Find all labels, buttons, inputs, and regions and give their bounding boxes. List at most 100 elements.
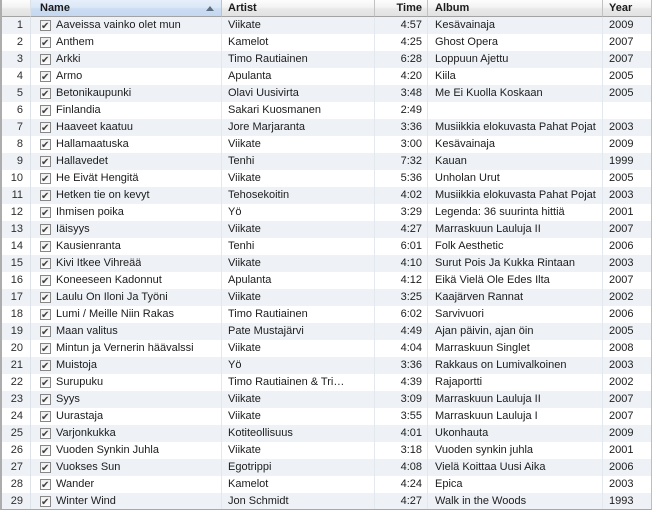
song-checkbox-checked[interactable] bbox=[40, 52, 51, 68]
song-checkbox-checked[interactable] bbox=[40, 477, 51, 493]
table-row[interactable]: 15 Kivi Itkee Vihreää Viikate4:10Surut Poi… bbox=[2, 255, 651, 272]
song-artist: Sakari Kuosmanen bbox=[222, 102, 375, 119]
song-checkbox-checked[interactable] bbox=[40, 307, 51, 323]
song-year: 2009 bbox=[609, 427, 634, 439]
column-header-artist[interactable]: Artist bbox=[222, 0, 375, 17]
song-time: 4:49 bbox=[375, 323, 428, 340]
song-album: Vuoden synkin juhla bbox=[428, 442, 603, 459]
table-row[interactable]: 4 Armo Apulanta4:20Kiila 2005 bbox=[2, 68, 651, 85]
song-checkbox-checked[interactable] bbox=[40, 69, 51, 85]
song-name-cell: Anthem bbox=[31, 34, 222, 51]
table-row[interactable]: 12 Ihmisen poika Yö3:29Legenda: 36 suurint… bbox=[2, 204, 651, 221]
song-artist: Yö bbox=[222, 357, 375, 374]
song-title: Wander bbox=[56, 478, 95, 490]
song-checkbox-checked[interactable] bbox=[40, 256, 51, 272]
song-checkbox-checked[interactable] bbox=[40, 18, 51, 34]
song-name-cell: Laulu On Iloni Ja Työni bbox=[31, 289, 222, 306]
table-row[interactable]: 7 Haaveet kaatuu Jore Marjaranta3:36Musiik… bbox=[2, 119, 651, 136]
table-row[interactable]: 3 Arkki Timo Rautiainen6:28Loppuun Ajettu 2… bbox=[2, 51, 651, 68]
song-checkbox-checked[interactable] bbox=[40, 324, 51, 340]
table-row[interactable]: 14 Kausienranta Tenhi6:01Folk Aesthetic 200… bbox=[2, 238, 651, 255]
column-header-album[interactable]: Album bbox=[428, 0, 603, 17]
song-checkbox-checked[interactable] bbox=[40, 494, 51, 509]
table-row[interactable]: 11 Hetken tie on kevyt Tehosekoitin4:02Mus… bbox=[2, 187, 651, 204]
table-row[interactable]: 24 Uurastaja Viikate3:55Marraskuun Lauluja… bbox=[2, 408, 651, 425]
song-year: 2006 bbox=[609, 240, 634, 252]
song-checkbox-checked[interactable] bbox=[40, 443, 51, 459]
song-name-cell: Mintun ja Vernerin häävalssi bbox=[31, 340, 222, 357]
table-row[interactable]: 18 Lumi / Meille Niin Rakas Timo Rautiaine… bbox=[2, 306, 651, 323]
song-year: 2005 bbox=[609, 325, 634, 337]
song-name-cell: Koneeseen Kadonnut bbox=[31, 272, 222, 289]
song-checkbox-checked[interactable] bbox=[40, 205, 51, 221]
table-row[interactable]: 6 Finlandia Sakari Kuosmanen2:49 bbox=[2, 102, 651, 119]
song-checkbox-checked[interactable] bbox=[40, 120, 51, 136]
table-row[interactable]: 29 Winter Wind Jon Schmidt4:27Walk in the … bbox=[2, 493, 651, 509]
song-checkbox-checked[interactable] bbox=[40, 426, 51, 442]
song-checkbox-checked[interactable] bbox=[40, 239, 51, 255]
song-name-cell: Hallamaatuska bbox=[31, 136, 222, 153]
song-name-cell: Hetken tie on kevyt bbox=[31, 187, 222, 204]
song-album: Kiila bbox=[428, 68, 603, 85]
song-year: 2003 bbox=[609, 359, 634, 371]
column-header-year[interactable]: Year bbox=[603, 0, 651, 17]
song-year: 2002 bbox=[609, 376, 634, 388]
table-row[interactable]: 21 Muistoja Yö3:36Rakkaus on Lumivalkoinen… bbox=[2, 357, 651, 374]
song-album: Ajan päivin, ajan öin bbox=[428, 323, 603, 340]
song-checkbox-checked[interactable] bbox=[40, 460, 51, 476]
table-row[interactable]: 10 He Eivät Hengitä Viikate5:36Unholan Uru… bbox=[2, 170, 651, 187]
column-header-name[interactable]: Name bbox=[31, 0, 222, 17]
table-row[interactable]: 17 Laulu On Iloni Ja Työni Viikate3:25Kaaj… bbox=[2, 289, 651, 306]
song-name-cell: Armo bbox=[31, 68, 222, 85]
song-title: Armo bbox=[56, 70, 83, 82]
table-row[interactable]: 28 Wander Kamelot4:24Epica 2003 bbox=[2, 476, 651, 493]
song-checkbox-checked[interactable] bbox=[40, 375, 51, 391]
table-row[interactable]: 19 Maan valitus Pate Mustajärvi4:49Ajan pä… bbox=[2, 323, 651, 340]
song-checkbox-checked[interactable] bbox=[40, 273, 51, 289]
table-row[interactable]: 5 Betonikaupunki Olavi Uusivirta3:48Me Ei … bbox=[2, 85, 651, 102]
song-time: 6:28 bbox=[375, 51, 428, 68]
song-time: 6:01 bbox=[375, 238, 428, 255]
table-row[interactable]: 27 Vuokses Sun Egotrippi4:08Vielä Koittaa … bbox=[2, 459, 651, 476]
table-row[interactable]: 25 Varjonkukka Kotiteollisuus4:01Ukonhauta… bbox=[2, 425, 651, 442]
table-row[interactable]: 20 Mintun ja Vernerin häävalssi Viikate4:0… bbox=[2, 340, 651, 357]
song-checkbox-checked[interactable] bbox=[40, 171, 51, 187]
song-checkbox-checked[interactable] bbox=[40, 409, 51, 425]
song-checkbox-checked[interactable] bbox=[40, 137, 51, 153]
table-row[interactable]: 13 Iäisyys Viikate4:27Marraskuun Lauluja I… bbox=[2, 221, 651, 238]
column-header-time[interactable]: Time bbox=[375, 0, 428, 17]
row-number: 7 bbox=[2, 119, 31, 136]
song-checkbox-checked[interactable] bbox=[40, 86, 51, 102]
song-album: Musiikkia elokuvasta Pahat Pojat bbox=[428, 119, 603, 136]
song-checkbox-checked[interactable] bbox=[40, 358, 51, 374]
table-row[interactable]: 22 Surupuku Timo Rautiainen & Tri…4:39Raja… bbox=[2, 374, 651, 391]
table-row[interactable]: 8 Hallamaatuska Viikate3:00Kesävainaja 2009 bbox=[2, 136, 651, 153]
table-row[interactable]: 23 Syys Viikate3:09Marraskuun Lauluja II 20… bbox=[2, 391, 651, 408]
table-row[interactable]: 16 Koneeseen Kadonnut Apulanta4:12Eikä Vie… bbox=[2, 272, 651, 289]
row-number: 15 bbox=[2, 255, 31, 272]
song-checkbox-checked[interactable] bbox=[40, 188, 51, 204]
table-row[interactable]: 2 Anthem Kamelot4:25Ghost Opera 2007 bbox=[2, 34, 651, 51]
table-body: 1Aaveissa vainko olet munViikate4:57Kesä… bbox=[2, 17, 651, 509]
song-year: 2002 bbox=[609, 291, 634, 303]
song-checkbox-checked[interactable] bbox=[40, 154, 51, 170]
song-checkbox-checked[interactable] bbox=[40, 222, 51, 238]
song-album: Folk Aesthetic bbox=[428, 238, 603, 255]
song-album: Ukonhauta bbox=[428, 425, 603, 442]
song-checkbox-checked[interactable] bbox=[40, 35, 51, 51]
table-row[interactable]: 9 Hallavedet Tenhi7:32Kauan 1999 bbox=[2, 153, 651, 170]
table-row[interactable]: 1 Aaveissa vainko olet mun Viikate4:57Kesä… bbox=[2, 17, 651, 34]
song-checkbox-checked[interactable] bbox=[40, 290, 51, 306]
song-time: 4:27 bbox=[375, 493, 428, 509]
table-row[interactable]: 26 Vuoden Synkin Juhla Viikate3:18Vuoden s… bbox=[2, 442, 651, 459]
song-checkbox-checked[interactable] bbox=[40, 392, 51, 408]
song-album: Marraskuun Lauluja II bbox=[428, 221, 603, 238]
song-name-cell: Aaveissa vainko olet mun bbox=[31, 17, 222, 34]
song-year: 2007 bbox=[609, 393, 634, 405]
song-album: Legenda: 36 suurinta hittiä bbox=[428, 204, 603, 221]
song-checkbox-checked[interactable] bbox=[40, 341, 51, 357]
song-checkbox-checked[interactable] bbox=[40, 103, 51, 119]
song-name-cell: Betonikaupunki bbox=[31, 85, 222, 102]
song-album: Walk in the Woods bbox=[428, 493, 603, 509]
song-time: 4:25 bbox=[375, 34, 428, 51]
